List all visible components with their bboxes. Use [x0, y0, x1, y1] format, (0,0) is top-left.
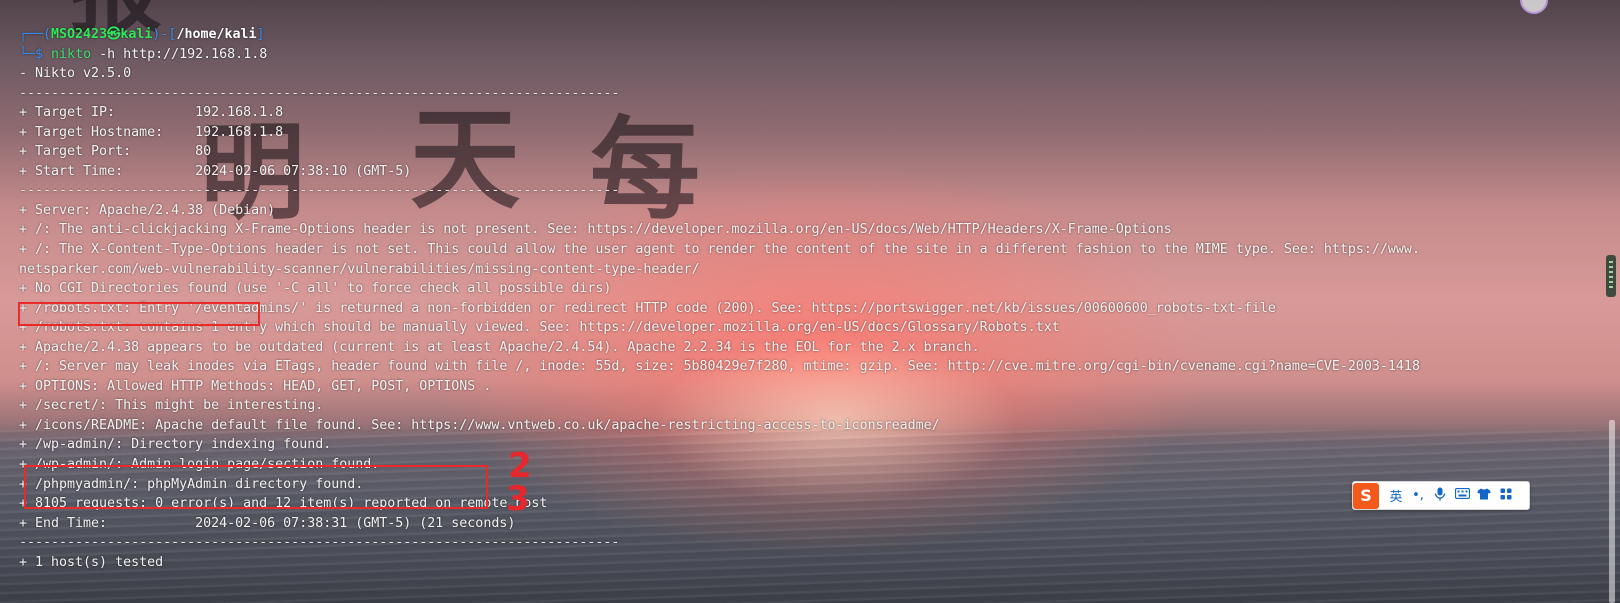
prompt-line-1: ┌──(MSO2423㉿kali)-[/home/kali]: [19, 25, 1420, 45]
output-line: netsparker.com/web-vulnerability-scanner…: [19, 261, 700, 277]
prompt-corner-bottom: └─$: [19, 46, 44, 62]
ime-mode-toggle[interactable]: 英: [1385, 486, 1407, 505]
output-line: + Start Time: 2024-02-06 07:38:10 (GMT-5…: [19, 163, 412, 179]
output-line: + End Time: 2024-02-06 07:38:31 (GMT-5) …: [19, 515, 516, 531]
output-line: + Target Port: 80: [19, 144, 212, 160]
output-line: + 1 host(s) tested: [19, 554, 164, 570]
separator-line: ----------------------------------------…: [19, 535, 620, 551]
corner-avatar-icon[interactable]: [1520, 0, 1548, 14]
prompt-host: kali: [120, 27, 153, 42]
output-line: + Target Hostname: 192.168.1.8: [19, 124, 284, 140]
sogou-logo-icon[interactable]: S: [1353, 482, 1379, 509]
prompt-user: MSO2423: [51, 27, 108, 42]
keyboard-icon[interactable]: [1451, 487, 1473, 503]
prompt-path-close: ]: [256, 27, 265, 42]
side-panel-handle[interactable]: [1606, 255, 1616, 297]
output-line: + /: Server may leak inodes via ETags, h…: [19, 359, 1420, 375]
output-line: + OPTIONS: Allowed HTTP Methods: HEAD, G…: [19, 378, 492, 394]
prompt-path: /home/kali: [176, 27, 257, 42]
ime-punct-toggle[interactable]: •,: [1407, 488, 1429, 503]
output-line: + /wp-admin/: Directory indexing found.: [19, 437, 332, 453]
output-line: + Server: Apache/2.4.38 (Debian): [19, 202, 276, 218]
ime-toolbar[interactable]: S 英 •,: [1352, 481, 1530, 510]
shirt-icon[interactable]: [1473, 488, 1495, 504]
separator-line: ----------------------------------------…: [19, 183, 620, 199]
separator-line: ----------------------------------------…: [19, 85, 620, 101]
command-name: nikto: [51, 46, 92, 62]
output-line: + /: The anti-clickjacking X-Frame-Optio…: [19, 222, 1172, 238]
terminal-window[interactable]: 报 明 天 每 ┌──(MSO2423㉿kali)-[/home/kali] └…: [0, 0, 1620, 603]
output-line: + /icons/README: Apache default file fou…: [19, 417, 940, 433]
output-line: + No CGI Directories found (use '-C all'…: [19, 281, 612, 297]
output-line: + Apache/2.4.38 appears to be outdated (…: [19, 339, 980, 355]
scrollbar[interactable]: [1609, 420, 1615, 603]
output-line: + Target IP: 192.168.1.8: [19, 105, 284, 121]
prompt-path-open: )-[: [152, 27, 177, 42]
microphone-icon[interactable]: [1429, 487, 1451, 505]
prompt-at-symbol: ㉿: [107, 27, 121, 42]
annotation-mark-2: 2: [508, 446, 532, 486]
output-line: - Nikto v2.5.0: [19, 66, 132, 82]
command-args: -h http://192.168.1.8: [99, 46, 268, 62]
annotation-box-robots: [18, 302, 260, 326]
grid-icon[interactable]: [1495, 488, 1517, 504]
prompt-line-2: └─$ nikto -h http://192.168.1.8: [19, 45, 1420, 65]
output-line: + /secret/: This might be interesting.: [19, 398, 324, 414]
annotation-mark-3: 3: [506, 479, 530, 519]
output-line: + /: The X-Content-Type-Options header i…: [19, 242, 1420, 258]
prompt-corner-top: ┌──(: [19, 27, 52, 42]
annotation-box-admin-paths: [24, 465, 488, 509]
